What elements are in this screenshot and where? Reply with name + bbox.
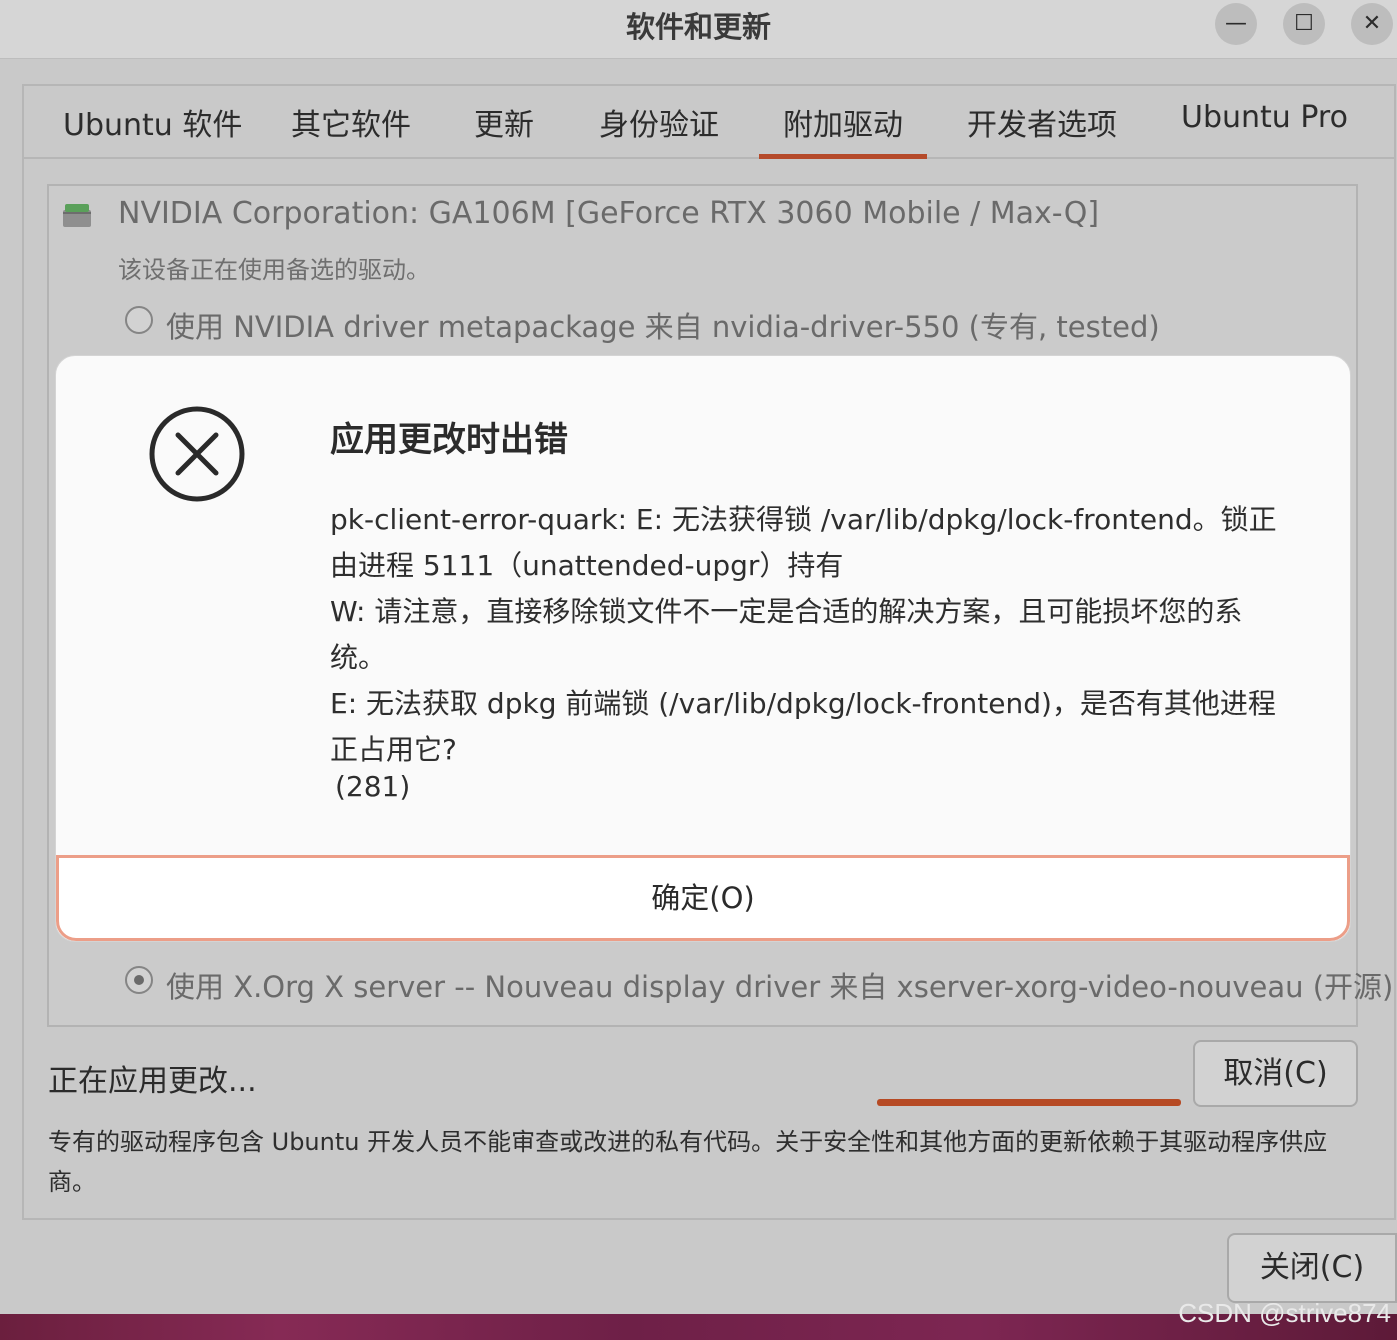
- dialog-message-line: pk-client-error-quark: E: 无法获得锁 /var/lib…: [330, 503, 1277, 582]
- close-icon: ✕: [1362, 11, 1382, 36]
- ok-button[interactable]: 确定(O): [56, 855, 1350, 941]
- device-name: NVIDIA Corporation: GA106M [GeForce RTX …: [118, 196, 1100, 231]
- minimize-icon: —: [1225, 11, 1247, 36]
- maximize-icon: ☐: [1294, 11, 1314, 36]
- dialog-message-line: W: 请注意，直接移除锁文件不一定是合适的解决方案，且可能损坏您的系统。: [330, 595, 1243, 674]
- watermark: CSDN @strive874: [1178, 1298, 1391, 1328]
- tab-other-software[interactable]: 其它软件: [291, 100, 411, 144]
- radio-nvidia-driver[interactable]: [125, 306, 153, 334]
- close-button[interactable]: 关闭(C): [1227, 1233, 1397, 1303]
- applying-changes-text: 正在应用更改...: [48, 1064, 257, 1099]
- radio-nouveau-driver[interactable]: [125, 966, 153, 994]
- error-icon: [149, 406, 245, 502]
- tab-ubuntu-pro[interactable]: Ubuntu Pro: [1181, 100, 1348, 135]
- tab-bar: Ubuntu 软件 其它软件 更新 身份验证 附加驱动 开发者选项 Ubuntu…: [22, 84, 1396, 159]
- title-bar: 软件和更新 — ☐ ✕: [0, 0, 1397, 59]
- dialog-message: pk-client-error-quark: E: 无法获得锁 /var/lib…: [330, 497, 1290, 773]
- close-window-button[interactable]: ✕: [1351, 3, 1393, 45]
- option-nouveau-driver-label[interactable]: 使用 X.Org X server -- Nouveau display dri…: [166, 964, 1393, 1006]
- cancel-button[interactable]: 取消(C): [1193, 1040, 1358, 1107]
- minimize-button[interactable]: —: [1215, 3, 1257, 45]
- dialog-error-code: (281): [335, 770, 411, 803]
- dialog-message-line: E: 无法获取 dpkg 前端锁 (/var/lib/dpkg/lock-fro…: [330, 687, 1276, 766]
- option-nvidia-driver-label[interactable]: 使用 NVIDIA driver metapackage 来自 nvidia-d…: [166, 304, 1160, 346]
- tab-updates[interactable]: 更新: [474, 100, 534, 144]
- progress-bar: [877, 1099, 1181, 1106]
- active-tab-indicator: [759, 154, 927, 159]
- tab-developer-options[interactable]: 开发者选项: [967, 100, 1117, 144]
- radio-selected-dot: [134, 975, 144, 985]
- tab-ubuntu-software[interactable]: Ubuntu 软件: [63, 100, 242, 144]
- proprietary-driver-note: 专有的驱动程序包含 Ubuntu 开发人员不能审查或改进的私有代码。关于安全性和…: [48, 1128, 1328, 1196]
- maximize-button[interactable]: ☐: [1283, 3, 1325, 45]
- graphics-card-icon: [63, 204, 91, 227]
- tab-authentication[interactable]: 身份验证: [599, 100, 719, 144]
- window-title: 软件和更新: [625, 10, 771, 44]
- tab-additional-drivers[interactable]: 附加驱动: [783, 100, 903, 144]
- device-status: 该设备正在使用备选的驱动。: [118, 256, 430, 284]
- dialog-title: 应用更改时出错: [330, 420, 568, 460]
